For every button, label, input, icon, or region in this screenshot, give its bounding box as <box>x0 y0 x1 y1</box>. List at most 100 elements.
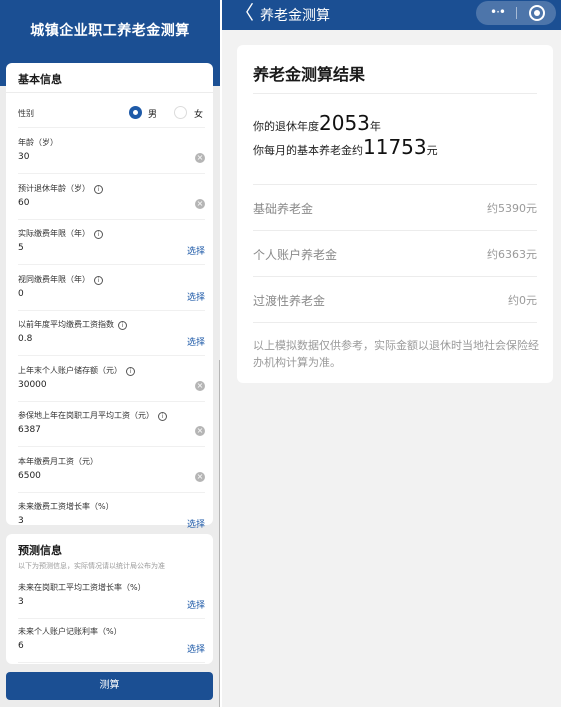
page-title: 城镇企业职工养老金测算 <box>30 23 190 39</box>
clear-icon[interactable]: × <box>195 471 205 482</box>
field-label-text: 视同缴费年限（年） <box>18 274 90 284</box>
field-input[interactable]: 3 <box>18 597 24 607</box>
pension-item-label: 过渡性养老金 <box>253 294 326 308</box>
select-button[interactable]: 选择 <box>187 598 205 611</box>
pension-item-row: 个人账户养老金 约6363元 <box>253 231 537 277</box>
result-screen: 〈 养老金测算 •·• 养老金测算结果 你的退休年度2053年 你每月的基本养老… <box>222 0 561 707</box>
field-label-text: 上年末个人账户储存额（元） <box>18 365 122 375</box>
gender-row: 性别 男 女 <box>18 98 205 128</box>
info-icon[interactable]: i <box>94 184 103 194</box>
mini-program-capsule: •·• <box>476 1 556 25</box>
retire-year-line: 你的退休年度2053年 <box>253 111 381 135</box>
pension-item-value: 约0元 <box>508 294 537 307</box>
result-card: 养老金测算结果 你的退休年度2053年 你每月的基本养老金约11753元 基础养… <box>237 45 553 383</box>
field-input[interactable]: 6500 <box>18 471 41 481</box>
field-input[interactable]: 6387 <box>18 425 41 435</box>
gender-label: 性别 <box>18 109 34 118</box>
field-label-text: 参保地上年在岗职工月平均工资（元） <box>18 411 154 420</box>
field-label-text: 实际缴费年限（年） <box>18 229 90 238</box>
field-input[interactable]: 5 <box>18 243 24 253</box>
clear-icon[interactable]: × <box>195 380 205 391</box>
field-label-text: 未来在岗职工平均工资增长率（%） <box>18 583 146 592</box>
form-field-row[interactable]: 未来缴费工资增长率（%） 3 选择 <box>18 494 205 538</box>
pension-item-row: 过渡性养老金 约0元 <box>253 277 537 323</box>
field-label: 未来个人账户记账利率（%） <box>18 626 122 637</box>
field-label: 视同缴费年限（年） i <box>18 274 103 285</box>
field-input[interactable]: 30 <box>18 152 29 162</box>
clear-icon[interactable]: × <box>195 198 205 209</box>
field-label: 参保地上年在岗职工月平均工资（元） i <box>18 410 167 421</box>
select-button[interactable]: 选择 <box>187 290 205 303</box>
nav-bar: 〈 养老金测算 •·• <box>222 0 561 30</box>
form-field-row[interactable]: 未来个人账户记账利率（%） 6 选择 <box>18 619 205 663</box>
divider <box>253 93 537 94</box>
form-field-row[interactable]: 实际缴费年限（年） i 5 选择 <box>18 221 205 265</box>
select-button[interactable]: 选择 <box>187 642 205 655</box>
form-field-row[interactable]: 年龄（岁） 30 × <box>18 130 205 174</box>
form-field-row[interactable]: 预计退休年龄（岁） i 60 × <box>18 176 205 220</box>
field-label: 上年末个人账户储存额（元） i <box>18 365 135 376</box>
pension-item-label: 基础养老金 <box>253 202 314 216</box>
capsule-divider <box>516 7 517 19</box>
field-input[interactable]: 0.8 <box>18 334 32 344</box>
select-button[interactable]: 选择 <box>187 517 205 530</box>
calculator-screen: 城镇企业职工养老金测算 基本信息 性别 男 女 年龄（岁） 30 × 预计退休年龄（岁… <box>0 0 220 707</box>
predict-info-heading: 预测信息 <box>18 544 62 557</box>
field-input[interactable]: 60 <box>18 198 29 208</box>
monthly-pension-line: 你每月的基本养老金约11753元 <box>253 135 438 159</box>
field-label: 未来缴费工资增长率（%） <box>18 501 114 512</box>
field-input[interactable]: 6 <box>18 641 24 651</box>
field-label-text: 本年缴费月工资（元） <box>18 456 98 466</box>
basic-info-heading: 基本信息 <box>18 73 62 86</box>
clear-icon[interactable]: × <box>195 426 205 436</box>
pension-item-row: 基础养老金 约5390元 <box>253 185 537 231</box>
field-label-text: 以前年度平均缴费工资指数 <box>18 320 114 329</box>
field-label: 本年缴费月工资（元） <box>18 456 98 467</box>
retire-year-prefix: 你的退休年度 <box>253 120 319 133</box>
form-field-row[interactable]: 以前年度平均缴费工资指数 i 0.8 选择 <box>18 312 205 356</box>
form-field-row[interactable]: 参保地上年在岗职工月平均工资（元） i 6387 × <box>18 403 205 447</box>
field-label: 实际缴费年限（年） i <box>18 228 103 239</box>
field-input[interactable]: 0 <box>18 289 24 299</box>
pension-item-label: 个人账户养老金 <box>253 248 338 262</box>
form-field-row[interactable]: 未来在岗职工平均工资增长率（%） 3 选择 <box>18 575 205 619</box>
info-icon[interactable]: i <box>126 366 135 376</box>
nav-title: 养老金测算 <box>260 8 330 24</box>
field-input[interactable]: 3 <box>18 516 24 526</box>
form-field-row[interactable]: 上年末个人账户储存额（元） i 30000 × <box>18 358 205 402</box>
info-icon[interactable]: i <box>94 275 103 285</box>
gender-male-label[interactable]: 男 <box>148 107 157 120</box>
monthly-pension-suffix: 元 <box>426 144 438 157</box>
clear-icon[interactable]: × <box>195 153 205 163</box>
gender-male-radio[interactable] <box>129 106 142 119</box>
select-button[interactable]: 选择 <box>187 244 205 257</box>
calculate-button[interactable]: 测算 <box>6 672 213 700</box>
close-target-icon[interactable] <box>529 5 545 21</box>
field-label-text: 预计退休年龄（岁） <box>18 183 90 193</box>
field-label-text: 未来个人账户记账利率（%） <box>18 627 122 636</box>
back-icon[interactable]: 〈 <box>235 2 254 24</box>
disclaimer-note: 以上模拟数据仅供参考，实际金额以退休时当地社会保险经办机构计算为准。 <box>253 339 539 369</box>
form-field-row[interactable]: 本年缴费月工资（元） 6500 × <box>18 449 205 493</box>
predict-info-subtitle: 以下为预测信息，实际情况请以统计局公布为准 <box>18 562 165 570</box>
info-icon[interactable]: i <box>94 230 103 239</box>
more-icon[interactable]: •·• <box>490 5 506 19</box>
info-icon[interactable]: i <box>118 321 127 330</box>
form-field-row[interactable]: 视同缴费年限（年） i 0 选择 <box>18 267 205 311</box>
monthly-pension-prefix: 你每月的基本养老金约 <box>253 144 363 157</box>
field-label: 以前年度平均缴费工资指数 i <box>18 319 127 330</box>
select-button[interactable]: 选择 <box>187 335 205 348</box>
gender-female-radio[interactable] <box>174 106 187 119</box>
scrollbar[interactable] <box>219 360 220 707</box>
gender-female-label[interactable]: 女 <box>194 107 203 120</box>
result-title: 养老金测算结果 <box>253 65 366 84</box>
field-label: 年龄（岁） <box>18 137 58 148</box>
info-icon[interactable]: i <box>158 412 167 421</box>
monthly-pension-value: 11753 <box>363 135 427 159</box>
retire-year-suffix: 年 <box>369 120 381 133</box>
pension-item-value: 约6363元 <box>487 248 537 261</box>
retire-year-value: 2053 <box>319 111 370 135</box>
field-label: 未来在岗职工平均工资增长率（%） <box>18 582 146 593</box>
field-input[interactable]: 30000 <box>18 380 47 390</box>
field-label-text: 年龄（岁） <box>18 138 58 147</box>
